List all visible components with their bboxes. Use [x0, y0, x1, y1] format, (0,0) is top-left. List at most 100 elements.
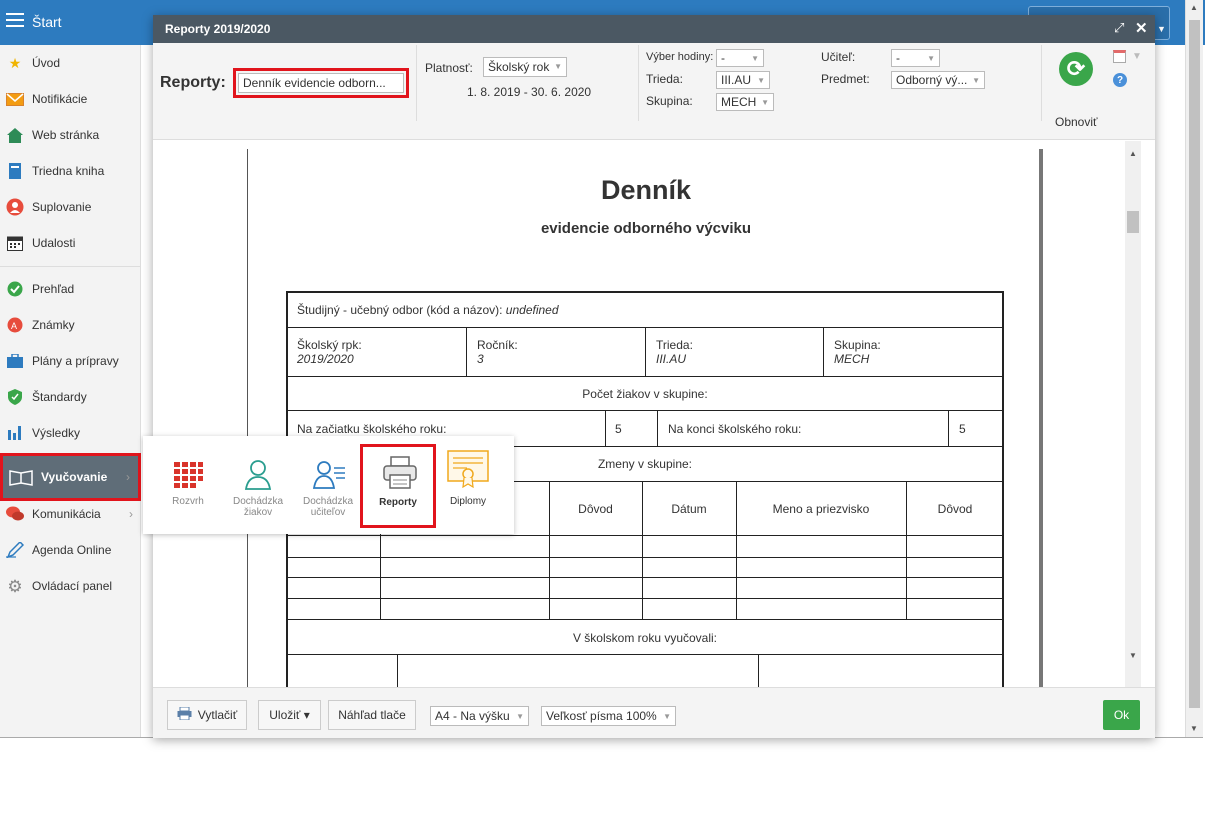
sidebar-item-label: Úvod: [32, 56, 61, 70]
skupina-value: MECH: [834, 352, 870, 366]
chevron-down-icon: ▼: [663, 712, 671, 721]
odbor-cell: Študijný - učebný odbor (kód a názov): u…: [297, 303, 559, 317]
save-button[interactable]: Uložiť ▾: [258, 700, 321, 730]
print-button[interactable]: Vytlačiť: [167, 700, 247, 730]
scroll-up-icon[interactable]: ▲: [1129, 149, 1137, 158]
sidebar-item-standardy[interactable]: Štandardy: [0, 379, 141, 415]
sidebar-item-uvod[interactable]: ★ Úvod: [0, 45, 141, 81]
chevron-down-icon: ▼: [972, 76, 980, 85]
predmet-select[interactable]: Odborný vý... ▼: [891, 71, 985, 89]
chevron-down-icon: ▼: [554, 62, 562, 71]
dialog-titlebar[interactable]: Reporty 2019/2020 ⤢ ✕: [153, 15, 1155, 43]
platnost-label: Platnosť:: [425, 61, 473, 75]
start-link[interactable]: Štart: [32, 14, 62, 30]
maximize-icon[interactable]: ⤢: [1114, 20, 1124, 36]
koniec-label: Na konci školského roku:: [668, 422, 802, 436]
submenu-item-dochadzka-ziakov[interactable]: Dochádzka žiakov: [225, 446, 291, 526]
skolsky-rok-value: 2019/2020: [297, 352, 354, 366]
close-icon[interactable]: ✕: [1135, 19, 1148, 37]
scroll-down-icon[interactable]: ▼: [1190, 724, 1198, 733]
paper-size-select[interactable]: A4 - Na výšku ▼: [430, 706, 529, 726]
sidebar-item-triedna-kniha[interactable]: Triedna kniha: [0, 153, 141, 189]
skupina-label: Skupina:: [646, 94, 693, 108]
reports-select-highlight[interactable]: Denník evidencie odborn...: [233, 68, 409, 98]
rocnik-label: Ročník:: [477, 338, 518, 352]
refresh-icon[interactable]: ⟳: [1059, 52, 1093, 86]
date-range: 1. 8. 2019 - 30. 6. 2020: [467, 85, 592, 99]
ucitel-select[interactable]: - ▼: [891, 49, 940, 67]
submenu-item-label: Dochádzka žiakov: [232, 496, 284, 518]
calendar-icon[interactable]: [1113, 50, 1126, 63]
print-label: Vytlačiť: [197, 708, 238, 722]
platnost-value: Školský rok: [488, 60, 550, 74]
ucitel-value: -: [896, 51, 900, 65]
ok-button[interactable]: Ok: [1103, 700, 1140, 730]
table-line: [397, 654, 398, 687]
print-preview-button[interactable]: Náhľad tlače: [328, 700, 416, 730]
odbor-value: undefined: [505, 303, 559, 317]
table-line: [286, 376, 1004, 377]
chevron-down-icon: ▼: [516, 712, 524, 721]
shield-icon: [6, 388, 24, 406]
table-line: [466, 327, 467, 376]
scrollbar-thumb[interactable]: [1189, 20, 1200, 708]
submenu-item-reporty[interactable]: Reporty: [360, 444, 436, 528]
trieda-select[interactable]: III.AU ▼: [716, 71, 770, 89]
sidebar-item-udalosti[interactable]: Udalosti: [0, 225, 141, 261]
sidebar-item-ovladaci-panel[interactable]: ⚙ Ovládací panel: [0, 568, 141, 604]
submenu-item-rozvrh[interactable]: Rozvrh: [155, 446, 221, 526]
report-preview-area[interactable]: Denník evidencie odborného výcviku Študi…: [153, 141, 1155, 687]
sidebar-item-agenda-online[interactable]: Agenda Online: [0, 532, 141, 568]
refresh-button[interactable]: Obnoviť: [1055, 115, 1098, 129]
teacher-list-icon: [312, 458, 345, 490]
report-subtitle: evidencie odborného výcviku: [540, 220, 752, 237]
reports-label: Reporty:: [160, 74, 226, 91]
dialog-toolbar: Reporty: Denník evidencie odborn... Plat…: [153, 43, 1155, 140]
printer-icon: [177, 706, 192, 723]
sidebar-item-suplovanie[interactable]: Suplovanie: [0, 189, 141, 225]
skupina-select[interactable]: MECH ▼: [716, 93, 774, 111]
page-scrollbar[interactable]: ▲ ▼: [1185, 0, 1203, 738]
scrollbar-thumb[interactable]: [1127, 211, 1139, 233]
sidebar-item-vyucovanie[interactable]: Vyučovanie ›: [0, 453, 141, 501]
odbor-label: Študijný - učebný odbor (kód a názov):: [297, 303, 503, 317]
help-icon[interactable]: ?: [1113, 73, 1127, 87]
printer-icon: [383, 455, 417, 489]
hamburger-menu-icon[interactable]: [6, 13, 24, 29]
sidebar-item-plany[interactable]: Plány a prípravy: [0, 343, 141, 379]
vyber-hodiny-value: -: [721, 51, 725, 65]
vyber-hodiny-label: Výber hodiny:: [646, 51, 714, 63]
sidebar-item-znamky[interactable]: A Známky: [0, 307, 141, 343]
pen-icon: [6, 541, 24, 559]
grid-icon: [172, 458, 204, 490]
submenu-item-diplomy[interactable]: Diplomy: [435, 446, 501, 526]
platnost-select[interactable]: Školský rok ▼: [483, 57, 567, 77]
sidebar-item-web-stranka[interactable]: Web stránka: [0, 117, 141, 153]
col-datum: Dátum: [671, 502, 707, 516]
table-line: [286, 410, 1004, 411]
vyber-hodiny-select[interactable]: - ▼: [716, 49, 764, 67]
scroll-down-icon[interactable]: ▼: [1129, 651, 1137, 660]
preview-scrollbar[interactable]: ▲ ▼: [1125, 141, 1141, 687]
paper-size-value: A4 - Na výšku: [435, 709, 510, 723]
open-book-icon: [9, 468, 33, 486]
sidebar-item-prehlad[interactable]: Prehľad: [0, 271, 141, 307]
table-line: [286, 619, 1004, 620]
reports-dialog: Reporty 2019/2020 ⤢ ✕ Reporty: Denník ev…: [153, 15, 1155, 738]
submenu-item-dochadzka-ucitelov[interactable]: Dochádzka učiteľov: [295, 446, 361, 526]
chevron-down-icon[interactable]: ▼: [1132, 51, 1142, 62]
sidebar-item-vysledky[interactable]: Výsledky: [0, 415, 141, 451]
sidebar-item-notifikacie[interactable]: Notifikácie: [0, 81, 141, 117]
reports-select[interactable]: Denník evidencie odborn...: [238, 73, 404, 93]
sidebar-item-komunikacia[interactable]: Komunikácia ›: [0, 496, 141, 532]
scroll-up-icon[interactable]: ▲: [1190, 3, 1198, 12]
table-line: [645, 327, 646, 376]
table-line: [657, 410, 658, 446]
submenu-item-label: Diplomy: [449, 496, 487, 507]
predmet-label: Predmet:: [821, 72, 870, 86]
chevron-down-icon[interactable]: ▼: [1157, 24, 1166, 34]
sidebar-item-label: Plány a prípravy: [32, 354, 119, 368]
vyucovanie-submenu: Rozvrh Dochádzka žiakov Dochádzka učiteľ…: [143, 436, 514, 534]
font-size-select[interactable]: Veľkosť písma 100% ▼: [541, 706, 676, 726]
chat-icon: [6, 505, 24, 523]
